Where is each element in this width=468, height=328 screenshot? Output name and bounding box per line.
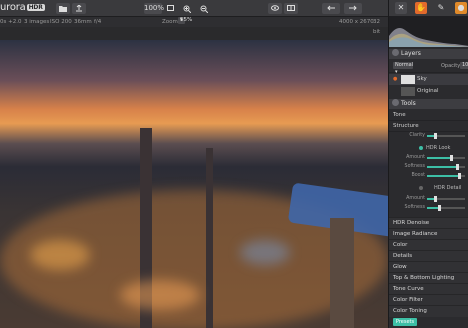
hdr-look-amount-slider[interactable]: Amount (389, 154, 468, 162)
layers-header[interactable]: Layers (389, 49, 468, 59)
tool-group-tone[interactable]: Tone (389, 110, 468, 121)
tone-label: Tone (393, 112, 406, 118)
layer-name: Original (417, 88, 439, 94)
gradient-icon: ● (457, 3, 465, 12)
zoom-in-button[interactable] (181, 3, 193, 14)
slider-knob[interactable] (434, 196, 437, 202)
image-canvas[interactable] (0, 40, 388, 328)
slider-label: Amount (406, 196, 425, 201)
main-toolbar: urora HDR 100% (0, 0, 388, 17)
redo-arrow-icon (349, 5, 357, 11)
bit-depth: 32 bit (373, 19, 381, 35)
lights-glow (240, 240, 290, 265)
hdr-look-boost-slider[interactable]: Boost (389, 172, 468, 180)
export-button[interactable] (72, 3, 86, 14)
layer-thumbnail (401, 75, 415, 84)
iso-info: ISO 200 (50, 19, 72, 25)
histogram-graph (389, 28, 468, 47)
crop-icon: ✕ (397, 3, 405, 12)
slider-knob[interactable] (458, 173, 461, 179)
tools-icon (392, 99, 399, 106)
folder-icon (59, 6, 67, 12)
share-icon (76, 4, 82, 12)
hdr-detail-amount-slider[interactable]: Amount (389, 195, 468, 203)
eye-icon (271, 5, 279, 11)
slider-label: Boost (411, 173, 425, 178)
focal-info: 36mm (74, 19, 92, 25)
gradient-tool[interactable]: ● (455, 2, 467, 14)
open-folder-button[interactable] (56, 3, 70, 14)
layer-visible-icon[interactable]: ● (393, 74, 397, 85)
brush-tool[interactable]: ✎ (435, 2, 447, 14)
clarity-label: Clarity (409, 133, 425, 138)
zoom-label: Zoom (162, 19, 178, 25)
presets-button[interactable]: Presets (393, 318, 417, 326)
section-color-toning[interactable]: Color Toning (389, 305, 468, 317)
hdr-detail-toggle[interactable] (419, 186, 423, 190)
fit-screen-button[interactable] (164, 3, 176, 14)
undo-button[interactable] (322, 3, 340, 14)
hdr-detail-subheader[interactable]: HDR Detail (389, 184, 468, 192)
zoom-out-button[interactable] (198, 3, 210, 14)
image-info-bar: 0s +2.0 3 images ISO 200 36mm f/4 Zoom 5… (0, 17, 388, 35)
tool-group-structure[interactable]: Structure (389, 121, 468, 132)
app-logo: urora HDR (0, 2, 45, 13)
split-view-icon (287, 5, 295, 11)
undo-arrow-icon (327, 5, 335, 11)
slider-knob[interactable] (456, 164, 459, 170)
hdr-look-softness-slider[interactable]: Softness (389, 163, 468, 171)
layer-options-row: Normal ▾ Opacity 100 (389, 61, 468, 75)
layer-item-original[interactable]: Original (389, 86, 468, 97)
right-panel: ✕ ✋ ✎ ● Layers Normal ▾ Opacity 100 ● Sk… (388, 0, 468, 328)
logo-text: urora (0, 2, 26, 13)
zoom-100-button[interactable]: 100% (144, 3, 164, 14)
hdr-detail-softness-slider[interactable]: Softness (389, 204, 468, 212)
aperture-info: f/4 (94, 19, 102, 25)
histogram (389, 16, 468, 47)
church-building (330, 218, 354, 328)
slider-label: Softness (404, 205, 425, 210)
clarity-slider[interactable]: Clarity (389, 132, 468, 140)
slider-knob[interactable] (434, 133, 437, 139)
hdr-look-subheader[interactable]: HDR Look (389, 144, 468, 152)
tools-header[interactable]: Tools (389, 99, 468, 109)
fit-icon (166, 5, 174, 11)
slider-track (427, 133, 465, 139)
hdr-badge: HDR (26, 4, 45, 11)
image-dimensions: 4000 x 2670 (339, 19, 374, 25)
exposure-info: 0s +2.0 (0, 19, 22, 25)
images-count: 3 images (24, 19, 50, 25)
layers-title: Layers (401, 50, 421, 57)
blend-mode-select[interactable]: Normal ▾ (393, 62, 413, 75)
lights-glow (30, 240, 90, 270)
panel-toolbar: ✕ ✋ ✎ ● (389, 0, 468, 16)
slider-label: Softness (404, 164, 425, 169)
layer-name: Sky (417, 76, 427, 82)
before-after-button[interactable] (268, 3, 282, 14)
hdr-look-toggle[interactable] (419, 146, 423, 150)
tools-title: Tools (401, 100, 416, 107)
opacity-label: Opacity (441, 63, 461, 69)
compare-button[interactable] (284, 3, 298, 14)
brush-icon: ✎ (437, 3, 445, 12)
lights-glow (120, 280, 200, 310)
slider-knob[interactable] (438, 205, 441, 211)
slider-knob[interactable] (450, 155, 453, 161)
layer-item-sky[interactable]: ● Sky (389, 74, 468, 85)
crop-tool[interactable]: ✕ (395, 2, 407, 14)
hdr-look-label: HDR Look (426, 145, 451, 151)
hand-icon: ✋ (416, 3, 426, 12)
opacity-value[interactable]: 100 (460, 62, 468, 69)
hdr-detail-label: HDR Detail (434, 185, 462, 191)
layer-thumbnail (401, 87, 415, 96)
slider-label: Amount (406, 155, 425, 160)
redo-button[interactable] (344, 3, 362, 14)
hand-tool[interactable]: ✋ (415, 2, 427, 14)
layers-icon (392, 49, 399, 56)
structure-label: Structure (393, 123, 419, 129)
zoom-out-icon (200, 5, 209, 14)
zoom-in-icon (183, 5, 192, 14)
tower-building (206, 148, 213, 328)
